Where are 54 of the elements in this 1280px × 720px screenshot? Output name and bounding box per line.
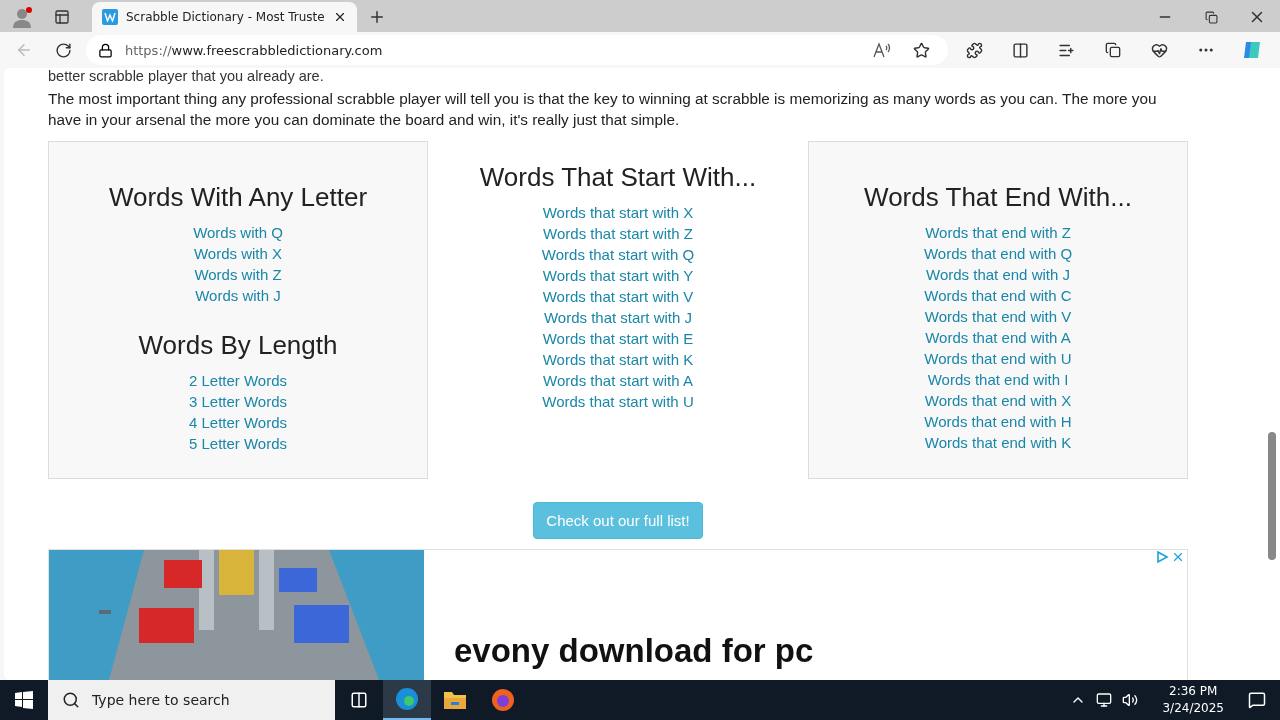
scrollbar[interactable] [1264, 68, 1280, 680]
word-list-link[interactable]: Words that start with V [542, 286, 694, 307]
network-icon[interactable] [1096, 692, 1113, 708]
word-list-link[interactable]: Words that end with J [926, 264, 1070, 285]
full-list-button[interactable]: Check out our full list! [533, 502, 703, 539]
search-icon [62, 691, 80, 709]
ad-banner[interactable]: evony download for pc [48, 549, 1188, 680]
word-list-link[interactable]: Words that start with K [542, 349, 694, 370]
word-list-link[interactable]: Words that start with X [542, 202, 694, 223]
taskbar-clock[interactable]: 2:36 PM 3/24/2025 [1162, 683, 1224, 717]
word-list-link[interactable]: Words that start with U [542, 391, 694, 412]
word-list-link[interactable]: 5 Letter Words [188, 433, 288, 454]
word-list-link[interactable]: Words that end with A [925, 327, 1071, 348]
intro-text: better scrabble player that you already are. [48, 68, 325, 84]
word-list-link[interactable]: Words that end with C [924, 285, 1072, 306]
word-list-link[interactable]: Words that end with I [927, 369, 1069, 390]
word-list-link[interactable]: Words that end with H [924, 411, 1072, 432]
notifications-icon[interactable] [1248, 691, 1266, 709]
word-list-link[interactable]: 4 Letter Words [188, 412, 288, 433]
word-list-link[interactable]: Words that start with Y [542, 265, 694, 286]
section-heading: Words With Any Letter [108, 181, 368, 214]
word-list-link[interactable]: Words with J [195, 285, 281, 306]
word-list-link[interactable]: Words that start with E [542, 328, 694, 349]
word-list-link[interactable]: Words that start with A [543, 370, 693, 391]
word-list-link[interactable]: Words that end with K [924, 432, 1072, 453]
word-list-link[interactable]: Words that end with V [924, 306, 1072, 327]
word-list-link[interactable]: Words with Z [194, 264, 282, 285]
word-list-link[interactable]: Words that end with U [924, 348, 1072, 369]
browser-tab[interactable]: Scrabble Dictionary - Most Truste [92, 2, 357, 32]
word-list-link[interactable]: Words that end with Q [923, 243, 1073, 264]
intro-paragraph: The most important thing any professional scrabble player will tell you is that the key to winning at scrabble is memorizing as many words as you can. The more you have in your arsenal the more you can dominate the board and win, it's really just that simple. [48, 89, 1158, 130]
word-list-link[interactable]: Words that start with Q [541, 244, 695, 265]
ad-choices-icon[interactable] [1155, 550, 1169, 564]
word-list-link[interactable]: Words that end with X [924, 390, 1072, 411]
word-list-link[interactable]: Words with X [193, 243, 283, 264]
site-favicon [102, 9, 118, 25]
address-bar[interactable]: https://www.freescrabbledictionary.com [85, 35, 948, 65]
word-list-link[interactable]: Words with Q [193, 222, 283, 243]
word-list-link[interactable]: 2 Letter Words [188, 370, 288, 391]
tab-title: Scrabble Dictionary - Most Truste [126, 10, 325, 24]
ad-headline[interactable]: evony download for pc [454, 632, 814, 670]
clock-time: 2:36 PM [1169, 683, 1218, 700]
lock-icon [97, 42, 113, 58]
section-heading: Words By Length [138, 329, 338, 362]
word-list-link[interactable]: Words that start with J [543, 307, 693, 328]
section-heading: Words That Start With... [479, 161, 757, 194]
word-list-link[interactable]: 3 Letter Words [188, 391, 288, 412]
word-list-link[interactable]: Words that start with Z [543, 223, 693, 244]
word-list-link[interactable]: Words that end with Z [925, 222, 1071, 243]
section-heading: Words That End With... [864, 181, 1132, 214]
ad-close-icon[interactable] [1171, 550, 1185, 564]
volume-icon[interactable] [1122, 692, 1139, 708]
clock-date: 3/24/2025 [1162, 700, 1224, 717]
taskbar-search-field[interactable]: Type here to search [48, 680, 335, 720]
